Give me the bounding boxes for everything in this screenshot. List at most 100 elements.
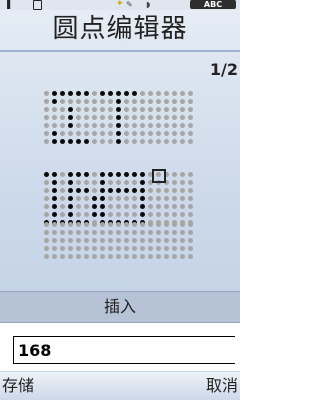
dot-off[interactable] — [52, 238, 57, 243]
dot-off[interactable] — [140, 91, 145, 96]
dot-off[interactable] — [156, 91, 161, 96]
dot-off[interactable] — [76, 107, 81, 112]
dot-off[interactable] — [140, 222, 145, 227]
dot-off[interactable] — [156, 204, 161, 209]
dot-off[interactable] — [148, 222, 153, 227]
dot-off[interactable] — [116, 254, 121, 259]
dot-off[interactable] — [100, 230, 105, 235]
dot-on[interactable] — [116, 123, 121, 128]
dot-off[interactable] — [156, 99, 161, 104]
dot-off[interactable] — [52, 123, 57, 128]
dot-off[interactable] — [124, 204, 129, 209]
dot-on[interactable] — [100, 212, 105, 217]
dot-on[interactable] — [140, 196, 145, 201]
dot-off[interactable] — [180, 196, 185, 201]
dot-off[interactable] — [132, 254, 137, 259]
dot-off[interactable] — [124, 196, 129, 201]
dot-off[interactable] — [84, 204, 89, 209]
dot-off[interactable] — [100, 238, 105, 243]
dot-on[interactable] — [76, 91, 81, 96]
dot-off[interactable] — [108, 204, 113, 209]
dot-off[interactable] — [100, 139, 105, 144]
dot-off[interactable] — [124, 238, 129, 243]
dot-off[interactable] — [164, 123, 169, 128]
dot-on[interactable] — [116, 172, 121, 177]
dot-off[interactable] — [148, 123, 153, 128]
dot-off[interactable] — [92, 131, 97, 136]
dot-off[interactable] — [108, 230, 113, 235]
dot-off[interactable] — [124, 115, 129, 120]
dot-off[interactable] — [132, 230, 137, 235]
dot-off[interactable] — [172, 204, 177, 209]
dot-off[interactable] — [132, 196, 137, 201]
dot-off[interactable] — [156, 238, 161, 243]
dot-off[interactable] — [172, 238, 177, 243]
dot-off[interactable] — [156, 196, 161, 201]
dot-on[interactable] — [100, 91, 105, 96]
dot-off[interactable] — [92, 99, 97, 104]
dot-off[interactable] — [188, 172, 193, 177]
dot-off[interactable] — [84, 196, 89, 201]
dot-off[interactable] — [124, 180, 129, 185]
dot-off[interactable] — [188, 196, 193, 201]
dot-off[interactable] — [180, 139, 185, 144]
dot-off[interactable] — [156, 139, 161, 144]
dot-off[interactable] — [140, 246, 145, 251]
dot-off[interactable] — [132, 131, 137, 136]
dot-on[interactable] — [52, 204, 57, 209]
dot-off[interactable] — [52, 230, 57, 235]
dot-off[interactable] — [132, 238, 137, 243]
dot-off[interactable] — [44, 99, 49, 104]
dot-off[interactable] — [108, 123, 113, 128]
dot-off[interactable] — [92, 188, 97, 193]
dot-on[interactable] — [68, 115, 73, 120]
dot-off[interactable] — [108, 139, 113, 144]
dot-off[interactable] — [84, 131, 89, 136]
dot-off[interactable] — [172, 107, 177, 112]
dot-off[interactable] — [172, 139, 177, 144]
dot-on[interactable] — [52, 196, 57, 201]
cancel-softkey[interactable]: 取消 — [206, 374, 238, 398]
save-softkey[interactable]: 存储 — [2, 374, 34, 398]
dot-on[interactable] — [140, 188, 145, 193]
dot-off[interactable] — [124, 99, 129, 104]
dot-off[interactable] — [84, 222, 89, 227]
dot-on[interactable] — [52, 180, 57, 185]
dot-off[interactable] — [68, 254, 73, 259]
dot-on[interactable] — [116, 131, 121, 136]
dot-on[interactable] — [116, 91, 121, 96]
dot-on[interactable] — [140, 180, 145, 185]
dot-off[interactable] — [188, 246, 193, 251]
dot-off[interactable] — [148, 196, 153, 201]
dot-off[interactable] — [140, 131, 145, 136]
dot-off[interactable] — [156, 212, 161, 217]
dot-off[interactable] — [108, 212, 113, 217]
dot-off[interactable] — [60, 238, 65, 243]
dot-off[interactable] — [124, 107, 129, 112]
dot-off[interactable] — [188, 115, 193, 120]
dot-off[interactable] — [148, 204, 153, 209]
dot-on[interactable] — [116, 188, 121, 193]
dot-on[interactable] — [52, 131, 57, 136]
dot-off[interactable] — [60, 107, 65, 112]
dot-off[interactable] — [124, 123, 129, 128]
dot-off[interactable] — [116, 246, 121, 251]
dot-off[interactable] — [172, 222, 177, 227]
dot-off[interactable] — [52, 222, 57, 227]
dot-off[interactable] — [84, 123, 89, 128]
dot-on[interactable] — [68, 123, 73, 128]
dot-on[interactable] — [68, 212, 73, 217]
dot-off[interactable] — [108, 99, 113, 104]
dot-off[interactable] — [188, 123, 193, 128]
dot-on[interactable] — [116, 139, 121, 144]
dot-grid-line-3[interactable] — [44, 222, 196, 284]
dot-off[interactable] — [164, 188, 169, 193]
dot-off[interactable] — [60, 254, 65, 259]
dot-off[interactable] — [108, 238, 113, 243]
dot-off[interactable] — [76, 131, 81, 136]
dot-off[interactable] — [76, 196, 81, 201]
dot-off[interactable] — [140, 139, 145, 144]
dot-off[interactable] — [44, 222, 49, 227]
dot-off[interactable] — [44, 246, 49, 251]
dot-off[interactable] — [60, 196, 65, 201]
